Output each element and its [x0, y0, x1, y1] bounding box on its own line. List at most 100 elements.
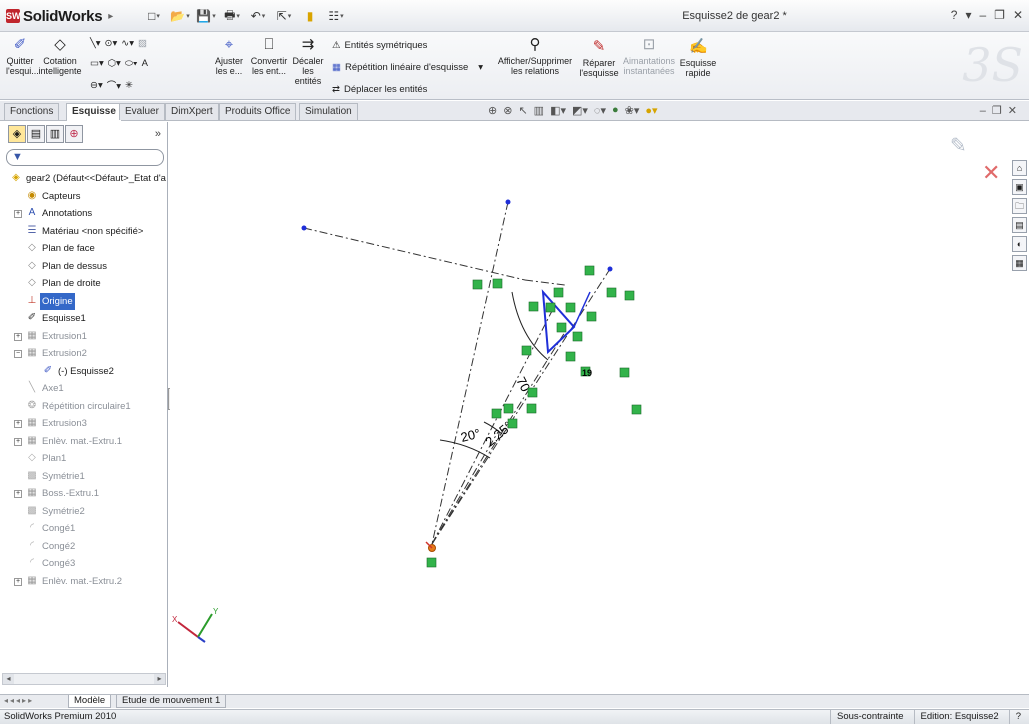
- move-entities-button[interactable]: ⇄ Déplacer les entités: [332, 84, 427, 95]
- relation-marker[interactable]: [624, 290, 635, 301]
- close-button[interactable]: ✕: [1013, 8, 1023, 22]
- tree-item-enlev-mat-extru2[interactable]: + ▦ Enlèv. mat.-Extru.2: [0, 573, 168, 591]
- horizontal-scrollbar[interactable]: ◂ ▸: [2, 673, 166, 685]
- relation-marker[interactable]: [426, 557, 437, 568]
- featuremanager-tab-icon[interactable]: ◈: [8, 125, 26, 143]
- expand-icon[interactable]: +: [14, 420, 22, 428]
- relation-marker[interactable]: [472, 279, 483, 290]
- configurationmanager-tab-icon[interactable]: ▥: [46, 125, 64, 143]
- convert-entities-button[interactable]: ⎕ Convertir les ent...: [250, 36, 288, 76]
- linear-pattern-button[interactable]: ▦ Répétition linéaire d'esquisse ▾: [332, 62, 483, 73]
- relation-marker[interactable]: [507, 418, 518, 429]
- centerline-diagonal[interactable]: [431, 268, 611, 545]
- tab-esquisse[interactable]: Esquisse: [66, 103, 122, 121]
- centerline-left-ext[interactable]: [524, 279, 566, 286]
- relation-marker[interactable]: [565, 351, 576, 362]
- tab-produits-office[interactable]: Produits Office: [219, 103, 297, 120]
- expand-icon[interactable]: +: [14, 437, 22, 446]
- repair-sketch-button[interactable]: ✎ Réparer l'esquisse: [578, 38, 620, 78]
- tree-item-plan-de-dessus[interactable]: ◇ Plan de dessus: [0, 258, 168, 276]
- propertymanager-tab-icon[interactable]: ▤: [27, 125, 45, 143]
- tree-filter-input[interactable]: ▼: [6, 149, 164, 166]
- file-explorer-icon[interactable]: 🗀: [1012, 198, 1027, 214]
- relation-marker[interactable]: [492, 278, 503, 289]
- relation-marker[interactable]: [527, 387, 538, 398]
- tree-item-annotations[interactable]: + A Annotations: [0, 205, 168, 223]
- tree-item-symetrie2[interactable]: ▩ Symétrie2: [0, 503, 168, 521]
- expand-icon[interactable]: +: [14, 577, 22, 586]
- relation-marker[interactable]: [584, 265, 595, 276]
- tree-item-extrusion3[interactable]: + ▦ Extrusion3: [0, 415, 168, 433]
- tree-item-esquisse2[interactable]: ✐ (-) Esquisse2: [0, 363, 168, 381]
- relation-marker[interactable]: [528, 301, 539, 312]
- tree-item-plan1[interactable]: ◇ Plan1: [0, 450, 168, 468]
- relation-marker[interactable]: [619, 367, 630, 378]
- tooth-profile[interactable]: [541, 289, 576, 355]
- slot-tool[interactable]: ⊖▾: [90, 80, 103, 91]
- tree-item-conge1[interactable]: ◜ Congé1: [0, 520, 168, 538]
- custom-properties-icon[interactable]: ▦: [1012, 255, 1027, 271]
- profile-edge[interactable]: [573, 291, 591, 328]
- scroll-right-icon[interactable]: ▸: [154, 674, 165, 684]
- relation-marker[interactable]: [545, 302, 556, 313]
- tree-item-extrusion2[interactable]: − ▦ Extrusion2: [0, 345, 168, 363]
- text-tool[interactable]: A: [142, 58, 148, 69]
- tab-dimxpert[interactable]: DimXpert: [165, 103, 219, 120]
- tree-item-esquisse1[interactable]: ✐ Esquisse1: [0, 310, 168, 328]
- tree-item-repetition-circulaire1[interactable]: ❂ Répétition circulaire1: [0, 398, 168, 416]
- zoom-area-icon[interactable]: ⊗: [503, 104, 512, 117]
- view-orientation-icon[interactable]: ◧▾: [550, 104, 566, 117]
- polygon-tool[interactable]: ⬡▾: [108, 58, 121, 69]
- relation-marker[interactable]: [526, 403, 537, 414]
- home-icon[interactable]: ⌂: [1012, 160, 1027, 176]
- rapid-sketch-button[interactable]: ✍ Esquisse rapide: [678, 38, 718, 78]
- tree-item-conge2[interactable]: ◜ Congé2: [0, 538, 168, 556]
- circle-tool[interactable]: ⊙▾: [105, 38, 118, 49]
- centerline-inner-3[interactable]: [431, 431, 499, 545]
- tab-motion-study-1[interactable]: Etude de mouvement 1: [116, 695, 227, 708]
- quit-sketch-button[interactable]: ✐ Quitter l'esqui...: [6, 36, 39, 76]
- sketch-view[interactable]: 70° 20° 2.25° 19 X Y ✎ ✕: [170, 122, 1010, 687]
- expand-icon[interactable]: +: [14, 332, 22, 341]
- quick-snaps-button[interactable]: ⊡ Aimantations instantanées: [622, 36, 676, 76]
- tree-item-axe1[interactable]: ╲ Axe1: [0, 380, 168, 398]
- relation-marker[interactable]: [491, 408, 502, 419]
- design-library-icon[interactable]: ▣: [1012, 179, 1027, 195]
- sketch-point[interactable]: [607, 266, 613, 272]
- fillet-tool[interactable]: ⌒▾: [107, 78, 121, 92]
- line-tool[interactable]: ╲▾: [90, 38, 101, 49]
- graphics-area[interactable]: 70° 20° 2.25° 19 X Y ✎ ✕: [170, 122, 1010, 687]
- view-settings-icon[interactable]: ●▾: [645, 104, 657, 117]
- trim-button[interactable]: ⌖ Ajuster les e...: [212, 36, 246, 76]
- expand-icon[interactable]: +: [14, 490, 22, 498]
- tree-item-plan-de-droite[interactable]: ◇ Plan de droite: [0, 275, 168, 293]
- hide-show-icon[interactable]: ◌▾: [594, 104, 606, 117]
- tree-item-capteurs[interactable]: ◉ Capteurs: [0, 188, 168, 206]
- display-delete-relations-button[interactable]: ⚲ Afficher/Supprimer les relations: [494, 36, 576, 76]
- help-icon[interactable]: ?: [1008, 710, 1021, 724]
- scene-icon[interactable]: ❀▾: [625, 104, 640, 117]
- cancel-sketch-corner-icon[interactable]: ✕: [982, 161, 1000, 186]
- relation-marker[interactable]: [572, 331, 583, 342]
- tree-item-material[interactable]: ☰ Matériau <non spécifié>: [0, 223, 168, 241]
- centerline-vertical[interactable]: [431, 201, 509, 545]
- relation-marker[interactable]: [556, 322, 567, 333]
- plane-tool[interactable]: ▨: [138, 38, 147, 49]
- dimxpertmanager-tab-icon[interactable]: ⊕: [65, 125, 83, 143]
- restore-button[interactable]: ❐: [994, 8, 1005, 22]
- spline-tool[interactable]: ∿▾: [121, 38, 134, 49]
- scroll-left-icon[interactable]: ◂: [3, 674, 14, 684]
- tree-item-extrusion1[interactable]: + ▦ Extrusion1: [0, 328, 168, 346]
- sketch-point[interactable]: [301, 225, 307, 231]
- appearance-icon[interactable]: ●: [612, 104, 619, 117]
- centerline-left[interactable]: [303, 227, 526, 281]
- tree-item-boss-extru1[interactable]: + ▦ Boss.-Extru.1: [0, 485, 168, 503]
- relation-marker[interactable]: [565, 302, 576, 313]
- tab-navigation-icons[interactable]: ◂◂◂▸▸: [4, 696, 34, 705]
- appearances-icon[interactable]: ◐: [1012, 236, 1027, 252]
- document-window-controls[interactable]: –❐✕: [980, 104, 1023, 117]
- relation-marker[interactable]: [586, 311, 597, 322]
- expand-icon[interactable]: +: [14, 210, 22, 218]
- collapse-icon[interactable]: −: [14, 350, 22, 358]
- view-palette-icon[interactable]: ▤: [1012, 217, 1027, 233]
